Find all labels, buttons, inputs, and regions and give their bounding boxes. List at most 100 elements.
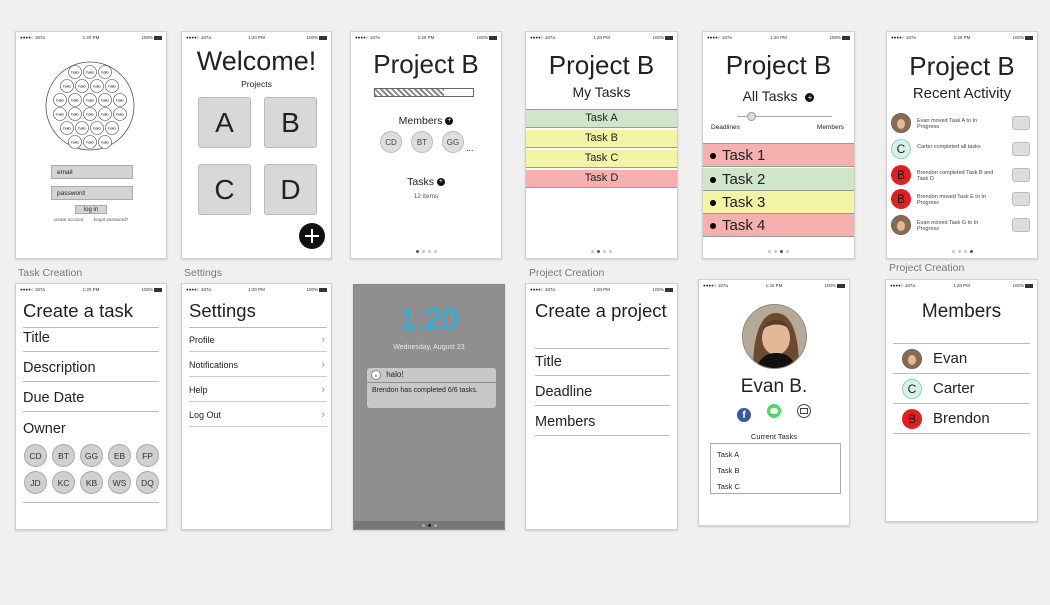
owner-avatar[interactable]: GG [80, 444, 103, 467]
list-item[interactable]: Task A [717, 447, 834, 463]
logo-bubble-text: halo [101, 140, 109, 145]
member-avatar[interactable]: CD [380, 131, 402, 153]
project-title-field[interactable]: Title [535, 354, 670, 376]
settings-log-out[interactable]: Log Out › [189, 402, 327, 427]
activity-item[interactable]: B Brendon completed Task B and Task D [891, 165, 1033, 187]
project-title: Project B [373, 49, 479, 79]
plus-circle-icon[interactable]: + [436, 178, 445, 187]
settings-help[interactable]: Help › [189, 377, 327, 402]
email-field[interactable]: email [51, 165, 133, 179]
activity-item[interactable]: Evan moved Task A to In Progress [891, 113, 1033, 135]
owner-avatar[interactable]: WS [108, 471, 131, 494]
password-field[interactable]: password [51, 186, 133, 200]
due-date-field[interactable]: Due Date [23, 390, 159, 412]
create-project-title: Create a project [535, 300, 667, 321]
owner-avatar[interactable]: JD [24, 471, 47, 494]
activity-toggle[interactable] [1012, 168, 1030, 182]
owner-avatar[interactable]: KB [80, 471, 103, 494]
owner-avatar[interactable]: FP [136, 444, 159, 467]
owner-avatar[interactable]: BT [52, 444, 75, 467]
chevron-right-icon: › [321, 409, 325, 421]
member-avatar[interactable]: GG [442, 131, 464, 153]
logo-bubble-text: halo [86, 98, 94, 103]
project-title: Project B [725, 50, 832, 80]
all-tasks-screen: ●●●●○ 187a 1:20 PM 100% Project B All Task… [702, 31, 855, 259]
activity-toggle[interactable] [1012, 192, 1030, 206]
task-row-2[interactable]: Task 2 [703, 168, 854, 191]
list-item[interactable]: Task B [717, 463, 834, 479]
project-tile-d[interactable]: D [264, 164, 317, 215]
logo-bubble-text: halo [101, 112, 109, 117]
owner-avatar[interactable]: CD [24, 444, 47, 467]
profile-screen: ●●●●○ 187a 1:20 PM 100% Evan B. f Current … [698, 279, 850, 526]
facebook-icon[interactable]: f [737, 408, 751, 422]
projects-subtitle: Projects [241, 79, 272, 89]
description-field[interactable]: Description [23, 360, 159, 382]
settings-notifications[interactable]: Notifications › [189, 352, 327, 377]
project-title: Project B [909, 51, 1015, 81]
owner-avatar[interactable]: KC [52, 471, 75, 494]
activity-item[interactable]: C Carter completed all tasks [891, 139, 1033, 161]
title-field[interactable]: Title [23, 330, 159, 352]
sort-slider[interactable] [737, 112, 832, 121]
logo-bubble-text: halo [63, 126, 71, 131]
owner-avatar[interactable]: EB [108, 444, 131, 467]
forgot-password-link[interactable]: forgot password? [94, 217, 129, 222]
slider-knob[interactable] [747, 112, 757, 121]
activity-toggle[interactable] [1012, 218, 1030, 232]
settings-profile[interactable]: Profile › [189, 327, 327, 352]
page-dots [351, 250, 501, 253]
task-row-a[interactable]: Task A [526, 110, 677, 128]
page-dots [526, 250, 677, 253]
logo-bubble-text: halo [71, 140, 79, 145]
more-members[interactable]: ... [466, 143, 474, 153]
task-row-d[interactable]: Task D [526, 170, 677, 188]
members-heading[interactable]: Members + [351, 115, 501, 127]
member-row-brendon[interactable]: B Brendon [893, 404, 1030, 434]
user-photo-icon [891, 215, 911, 235]
chevron-right-icon: › [321, 334, 325, 346]
deadline-field[interactable]: Deadline [535, 384, 670, 406]
member-avatar[interactable]: BT [411, 131, 433, 153]
task-row-1[interactable]: Task 1 [703, 144, 854, 167]
logo-bubble-text: halo [101, 70, 109, 75]
logo-bubble-text: halo [71, 70, 79, 75]
caption-settings: Settings [184, 267, 222, 279]
login-button[interactable]: log in [75, 205, 107, 214]
status-bar: ●●●●○ 187a 1:20 PM 100% [526, 286, 677, 294]
project-tile-a[interactable]: A [198, 97, 251, 148]
task-row-3[interactable]: Task 3 [703, 191, 854, 214]
mail-icon[interactable] [797, 404, 811, 418]
project-tile-b[interactable]: B [264, 97, 317, 148]
activity-item[interactable]: B Brendon moved Task E to In Progress [891, 189, 1033, 211]
add-project-button[interactable] [299, 223, 325, 249]
plus-circle-icon[interactable]: + [445, 117, 454, 126]
task-row-c[interactable]: Task C [526, 150, 677, 168]
project-tile-c[interactable]: C [198, 164, 251, 215]
status-bar: ●●●●○ 187a 1:20 PM 100% [182, 286, 331, 294]
notification-body[interactable]: Brendon has completed 6/6 tasks. [367, 383, 496, 408]
logo-bubble-text: halo [116, 112, 124, 117]
plus-circle-icon[interactable]: + [805, 92, 815, 102]
activity-toggle[interactable] [1012, 116, 1030, 130]
member-row-carter[interactable]: C Carter [893, 374, 1030, 404]
member-row-evan[interactable]: Evan [893, 344, 1030, 374]
activity-toggle[interactable] [1012, 142, 1030, 156]
tasks-heading[interactable]: Tasks + [351, 176, 501, 188]
list-item[interactable]: Task C [717, 479, 834, 495]
notification-header[interactable]: h halo! [367, 368, 496, 382]
email-placeholder: email [57, 169, 73, 176]
activity-item[interactable]: Evan moved Task G to In Progress [891, 215, 1033, 237]
profile-photo [743, 305, 806, 368]
create-account-link[interactable]: create account [54, 217, 84, 222]
message-icon[interactable] [767, 404, 781, 418]
user-initial-icon: B [902, 409, 922, 429]
status-bar: ●●●●○ 187a 1:20 PM 100% [886, 282, 1037, 290]
status-bar: ●●●●○ 187a 1:20 PM 100% [887, 34, 1037, 42]
members-field[interactable]: Members [535, 414, 670, 436]
task-row-b[interactable]: Task B [526, 130, 677, 148]
logo-bubble-text: halo [101, 98, 109, 103]
task-row-4[interactable]: Task 4 [703, 214, 854, 237]
logo-bubble-text: halo [93, 126, 101, 131]
owner-avatar[interactable]: DQ [136, 471, 159, 494]
